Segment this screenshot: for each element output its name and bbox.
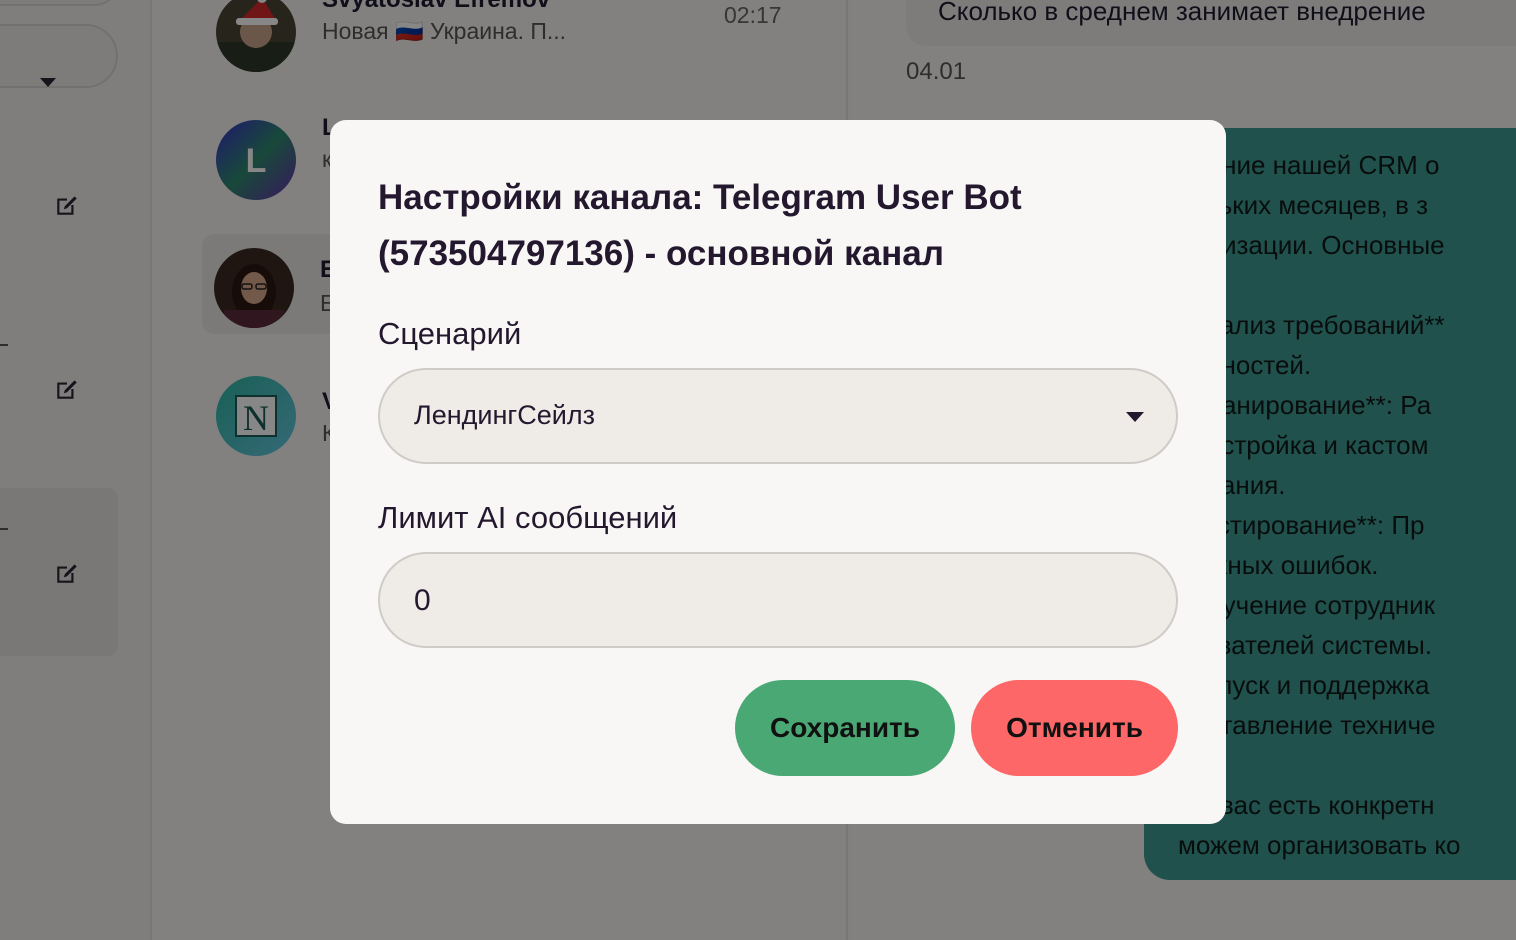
ai-limit-value: 0 xyxy=(414,584,431,617)
ai-limit-input[interactable]: 0 xyxy=(378,552,1178,648)
ai-limit-label: Лимит AI сообщений xyxy=(378,500,678,535)
scenario-selected-value: ЛендингСейлз xyxy=(414,400,595,430)
scenario-select[interactable]: ЛендингСейлз xyxy=(378,368,1178,464)
save-button[interactable]: Сохранить xyxy=(735,680,955,776)
dialog-title: Настройки канала: Telegram User Bot (573… xyxy=(378,178,1022,273)
channel-settings-dialog: Настройки канала: Telegram User Bot (573… xyxy=(330,120,1226,824)
cancel-button[interactable]: Отменить xyxy=(971,680,1178,776)
chevron-down-icon xyxy=(1126,412,1144,422)
scenario-label: Сценарий xyxy=(378,316,522,351)
